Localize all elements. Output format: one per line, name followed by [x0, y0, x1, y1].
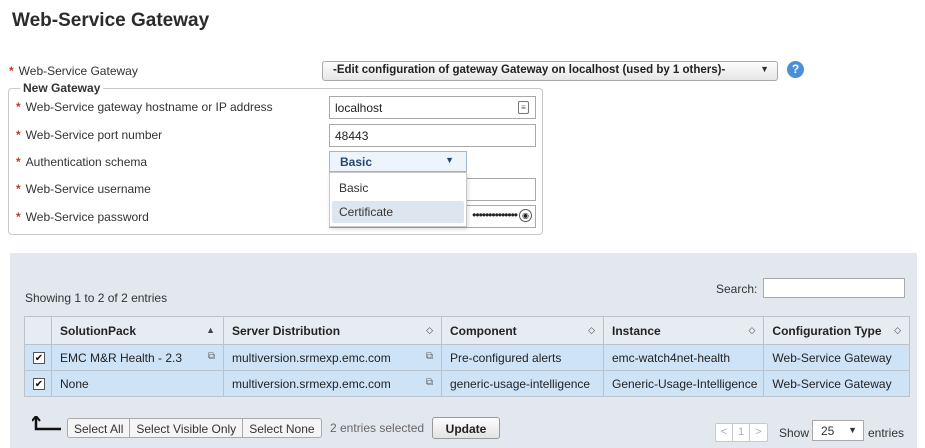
gateway-label-row: * Web-Service Gateway	[9, 64, 138, 78]
component-cell: Pre-configured alerts	[441, 344, 604, 371]
table-row[interactable]: ✔ EMC M&R Health - 2.3 ⧉ multiversion.srm…	[24, 344, 910, 371]
instance-cell: Generic-Usage-Intelligence	[602, 370, 765, 397]
hostname-value: localhost	[335, 101, 383, 115]
password-label: Web-Service password	[25, 210, 149, 224]
server-value: multiversion.srmexp.emc.com	[232, 350, 391, 365]
column-header-component[interactable]: Component ◇	[441, 316, 604, 345]
contact-card-icon: ≡	[518, 101, 529, 114]
column-header-solutionpack[interactable]: SolutionPack ▲	[51, 316, 224, 345]
config-type-cell: Web-Service Gateway	[763, 344, 910, 371]
select-arrow-icon	[32, 416, 61, 431]
column-header-instance[interactable]: Instance ◇	[602, 316, 765, 345]
chevron-down-icon: ▼	[445, 155, 454, 165]
port-label: Web-Service port number	[25, 128, 163, 142]
new-gateway-legend: New Gateway	[20, 81, 104, 95]
row-checkbox[interactable]: ✔	[33, 378, 45, 391]
required-marker: *	[9, 64, 14, 78]
config-type-cell: Web-Service Gateway	[763, 370, 910, 397]
entries-label: entries	[868, 426, 905, 440]
reveal-password-icon[interactable]: ◉	[519, 209, 532, 222]
auth-schema-select[interactable]: Basic ▼	[329, 151, 467, 172]
sort-icon: ◇	[894, 325, 901, 335]
selected-count: 2 entries selected	[330, 421, 425, 435]
auth-option-basic[interactable]: Basic	[332, 177, 464, 199]
solutionpack-cell: EMC M&R Health - 2.3 ⧉	[51, 344, 224, 371]
select-visible-button[interactable]: Select Visible Only	[130, 419, 244, 437]
row-select-cell: ✔	[24, 370, 52, 397]
auth-label-row: * Authentication schema	[16, 155, 147, 169]
server-cell: multiversion.srmexp.emc.com ⧉	[223, 344, 442, 371]
external-link-icon[interactable]: ⧉	[426, 377, 433, 388]
page-title: Web-Service Gateway	[12, 10, 210, 31]
gateway-label: Web-Service Gateway	[18, 64, 138, 78]
auth-option-certificate[interactable]: Certificate	[332, 201, 464, 223]
show-label: Show	[779, 426, 810, 440]
page-size-value: 25	[821, 424, 835, 438]
table-row[interactable]: ✔ None multiversion.srmexp.emc.com ⧉ gene…	[24, 370, 910, 397]
pager-prev-button[interactable]: <	[716, 424, 733, 441]
selection-button-group: Select All Select Visible Only Select No…	[67, 418, 322, 438]
row-checkbox[interactable]: ✔	[33, 352, 45, 365]
required-marker: *	[16, 182, 21, 196]
pager-next-button[interactable]: >	[750, 424, 767, 441]
gateway-select[interactable]: -Edit configuration of gateway Gateway o…	[322, 61, 778, 81]
sort-icon: ◇	[588, 325, 595, 335]
table-header-row: SolutionPack ▲ Server Distribution ◇ Compo…	[24, 316, 910, 345]
sort-icon: ◇	[426, 325, 433, 335]
gateway-select-value: -Edit configuration of gateway Gateway o…	[333, 64, 726, 76]
username-label-row: * Web-Service username	[16, 182, 151, 196]
select-all-button[interactable]: Select All	[68, 419, 131, 437]
page-size-select[interactable]: 25 ▼	[812, 420, 864, 441]
server-cell: multiversion.srmexp.emc.com ⧉	[223, 370, 442, 397]
sort-asc-icon: ▲	[206, 325, 215, 335]
port-input[interactable]: 48443	[329, 124, 536, 147]
pagination: < 1 >	[715, 423, 768, 442]
component-cell: generic-usage-intelligence	[441, 370, 604, 397]
select-none-button[interactable]: Select None	[243, 419, 320, 437]
search-input[interactable]	[763, 278, 905, 298]
required-marker: *	[16, 128, 21, 142]
column-label: SolutionPack	[60, 323, 137, 338]
help-icon[interactable]: ?	[787, 61, 804, 78]
column-label: Server Distribution	[232, 323, 341, 338]
row-select-cell: ✔	[24, 344, 52, 371]
port-label-row: * Web-Service port number	[16, 128, 162, 142]
column-label: Instance	[612, 323, 661, 338]
password-mask: ••••••••••••••	[472, 208, 518, 222]
username-label: Web-Service username	[25, 182, 151, 196]
sort-icon: ◇	[748, 325, 756, 335]
password-label-row: * Web-Service password	[16, 210, 149, 224]
solutionpack-value: EMC M&R Health - 2.3	[60, 350, 183, 365]
required-marker: *	[16, 100, 21, 114]
required-marker: *	[16, 210, 21, 224]
required-marker: *	[16, 155, 21, 169]
table-info: Showing 1 to 2 of 2 entries	[25, 291, 168, 305]
search-label: Search:	[716, 282, 758, 296]
column-label: Component	[450, 323, 517, 338]
chevron-down-icon: ▼	[848, 425, 857, 435]
hostname-input[interactable]: localhost ≡	[329, 96, 536, 119]
hostname-label-row: * Web-Service gateway hostname or IP addr…	[16, 100, 273, 114]
column-label: Configuration Type	[772, 323, 882, 338]
hostname-label: Web-Service gateway hostname or IP addre…	[25, 100, 273, 114]
select-column-header	[24, 316, 52, 345]
update-button[interactable]: Update	[432, 417, 500, 439]
column-header-config-type[interactable]: Configuration Type ◇	[763, 316, 910, 345]
instance-cell: emc-watch4net-health	[602, 344, 765, 371]
server-value: multiversion.srmexp.emc.com	[232, 376, 391, 391]
external-link-icon[interactable]: ⧉	[208, 351, 215, 362]
auth-schema-value: Basic	[340, 155, 373, 169]
external-link-icon[interactable]: ⧉	[426, 351, 433, 362]
solutionpack-cell: None	[51, 370, 224, 397]
pager-page-1[interactable]: 1	[733, 424, 750, 441]
column-header-server[interactable]: Server Distribution ◇	[223, 316, 442, 345]
port-value: 48443	[335, 129, 369, 143]
auth-schema-dropdown: Basic Certificate	[329, 172, 467, 227]
entries-table: SolutionPack ▲ Server Distribution ◇ Compo…	[24, 316, 910, 397]
auth-label: Authentication schema	[25, 155, 148, 169]
chevron-down-icon: ▼	[760, 64, 769, 74]
